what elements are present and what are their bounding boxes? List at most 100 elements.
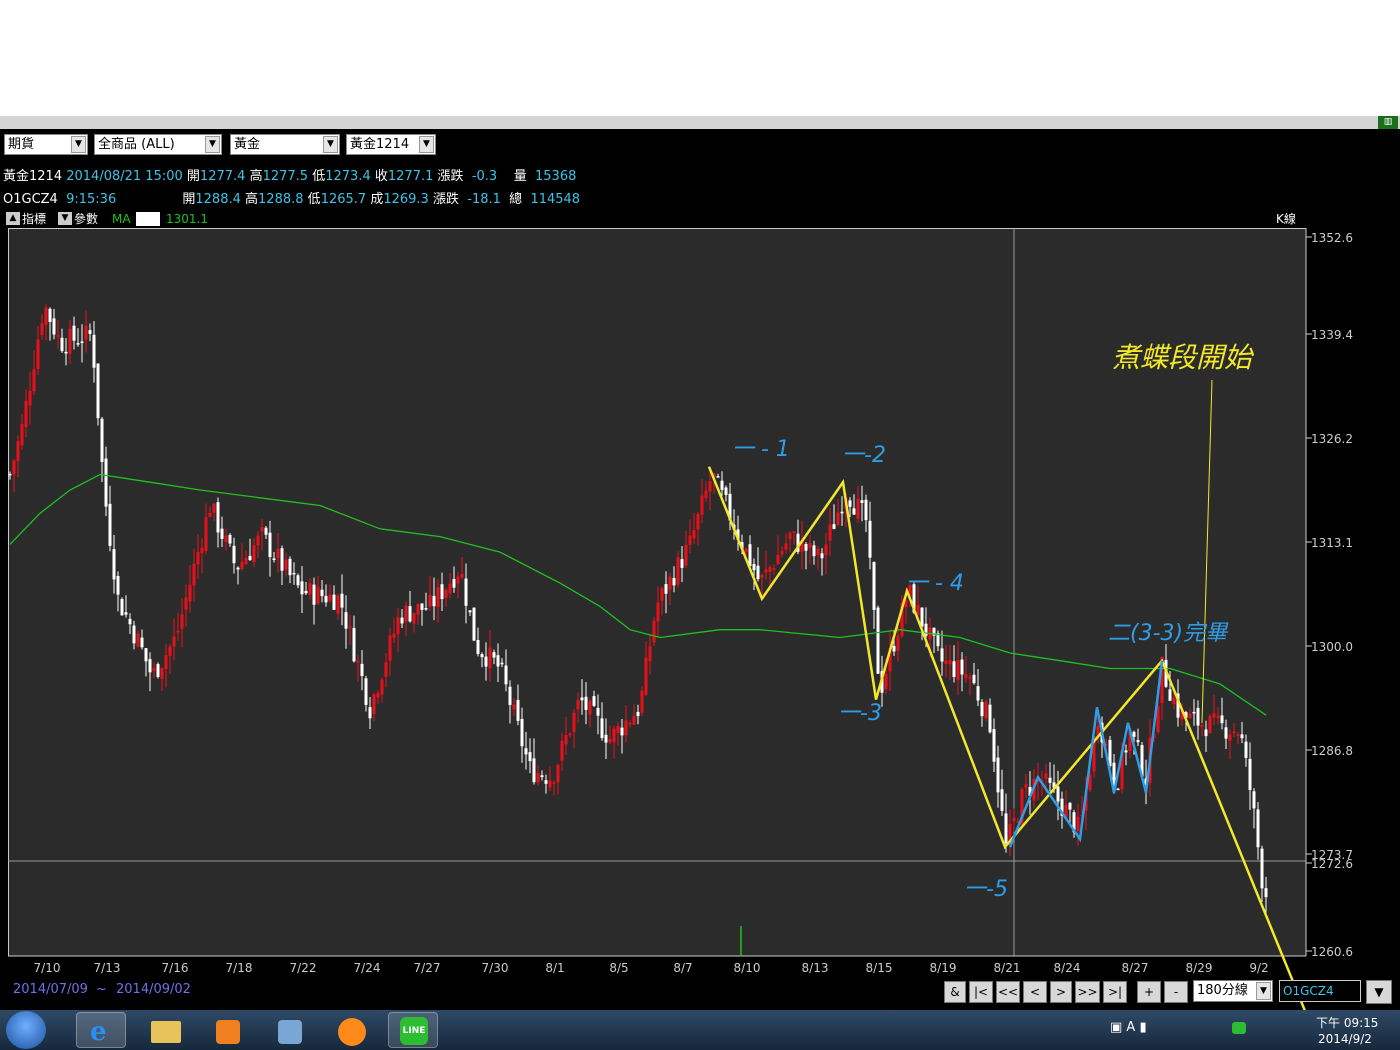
candle-body bbox=[1228, 734, 1232, 741]
y-tick-label: 1260.6 bbox=[1311, 945, 1353, 959]
candle-body bbox=[1068, 802, 1072, 810]
symbol-input[interactable]: O1GCZ4 bbox=[1279, 980, 1361, 1002]
x-tick-label: 8/27 bbox=[1122, 961, 1149, 975]
candle-body bbox=[60, 337, 64, 352]
candle-body bbox=[344, 612, 348, 629]
candle-body bbox=[976, 686, 980, 701]
candle-body bbox=[892, 645, 896, 652]
candle-body bbox=[412, 613, 416, 624]
candle-body bbox=[1208, 715, 1212, 734]
candle-body bbox=[88, 330, 92, 334]
candle-body bbox=[684, 544, 688, 566]
candle-body bbox=[116, 575, 120, 595]
start-button[interactable] bbox=[6, 1011, 46, 1049]
candle-body bbox=[148, 659, 152, 673]
candle-body bbox=[240, 561, 244, 569]
candle-body bbox=[724, 487, 728, 495]
x-tick-label: 7/24 bbox=[354, 961, 381, 975]
candle-body bbox=[1044, 773, 1048, 780]
candle-body bbox=[8, 473, 12, 476]
candle-body bbox=[972, 674, 976, 684]
candle-body bbox=[956, 659, 960, 680]
nav-button[interactable]: - bbox=[1164, 981, 1188, 1003]
chevron-down-icon[interactable]: ▼ bbox=[1256, 982, 1271, 1000]
candle-body bbox=[256, 535, 260, 546]
nav-button[interactable]: > bbox=[1050, 981, 1072, 1003]
candle-body bbox=[216, 502, 220, 533]
taskbar-media-icon[interactable] bbox=[202, 1012, 252, 1048]
candle-body bbox=[500, 662, 504, 665]
candle-body bbox=[100, 418, 104, 463]
candle-body bbox=[1188, 713, 1192, 719]
period-select[interactable]: 180分線 ▼ bbox=[1193, 980, 1273, 1002]
candle-body bbox=[208, 512, 212, 517]
candle-body bbox=[996, 757, 1000, 793]
candle-body bbox=[720, 480, 724, 490]
candle-body bbox=[188, 584, 192, 602]
candle-body bbox=[1048, 777, 1052, 783]
x-tick-label: 8/5 bbox=[609, 961, 628, 975]
candle-body bbox=[112, 549, 116, 580]
candle-body bbox=[184, 597, 188, 610]
taskbar-ie-icon[interactable]: e bbox=[76, 1012, 126, 1048]
x-tick-label: 7/16 bbox=[162, 961, 189, 975]
candle-body bbox=[596, 707, 600, 716]
candle-body bbox=[592, 696, 596, 706]
tray-icons[interactable]: ▣ A ▮ bbox=[1110, 1020, 1170, 1038]
candle-body bbox=[948, 660, 952, 665]
candle-body bbox=[940, 648, 944, 662]
candle-body bbox=[440, 584, 444, 600]
clock-time[interactable]: 下午 09:15 bbox=[1316, 1014, 1378, 1031]
nav-button[interactable]: >| bbox=[1103, 981, 1127, 1003]
candle-body bbox=[564, 735, 568, 745]
nav-button[interactable]: & bbox=[944, 981, 966, 1003]
candle-body bbox=[576, 699, 580, 710]
x-axis: 7/10 7/13 7/16 7/18 7/22 7/24 7/27 7/30 8/1 8/5 8/… bbox=[34, 961, 1269, 975]
candle-body bbox=[560, 740, 564, 761]
nav-button[interactable]: < bbox=[1023, 981, 1047, 1003]
candle-body bbox=[836, 512, 840, 525]
candle-body bbox=[44, 307, 48, 325]
nav-button[interactable]: + bbox=[1137, 981, 1161, 1003]
clock-date[interactable]: 2014/9/2 bbox=[1318, 1032, 1372, 1046]
candle-body bbox=[552, 782, 556, 784]
tray-line-icon[interactable] bbox=[1232, 1022, 1246, 1034]
candle-body bbox=[532, 758, 536, 783]
candle-body bbox=[760, 574, 764, 578]
annotation-wave-3: 一-3 bbox=[838, 701, 882, 726]
candle-body bbox=[680, 559, 684, 568]
annotation-title: 煮蝶段開始 bbox=[1112, 341, 1255, 374]
candle-body bbox=[960, 659, 964, 675]
candle-body bbox=[884, 673, 888, 690]
x-tick-label: 7/27 bbox=[414, 961, 441, 975]
annotation-pointer-line bbox=[1201, 379, 1213, 723]
candle-body bbox=[1232, 731, 1236, 734]
candle-body bbox=[1116, 788, 1120, 791]
nav-button[interactable]: << bbox=[996, 981, 1020, 1003]
taskbar-explorer-icon[interactable] bbox=[140, 1012, 190, 1048]
candle-body bbox=[160, 667, 164, 679]
candle-body bbox=[16, 441, 20, 462]
chevron-down-icon: ▼ bbox=[1374, 985, 1384, 999]
taskbar-app2-icon[interactable] bbox=[326, 1012, 376, 1048]
nav-button[interactable]: |< bbox=[969, 981, 993, 1003]
price-chart[interactable]: 1352.61339.41326.21313.11300.01286.81273… bbox=[0, 0, 1400, 1010]
candle-body bbox=[376, 692, 380, 698]
candle-body bbox=[496, 655, 500, 667]
candle-body bbox=[280, 548, 284, 571]
candle-body bbox=[168, 646, 172, 656]
candle-body bbox=[984, 701, 988, 719]
candle-body bbox=[328, 594, 332, 601]
candle-body bbox=[544, 780, 548, 784]
candle-body bbox=[924, 623, 928, 636]
candle-body bbox=[140, 637, 144, 648]
candle-body bbox=[332, 594, 336, 610]
taskbar-line-icon[interactable]: LINE bbox=[388, 1012, 438, 1048]
date-range-sep: ~ bbox=[96, 982, 107, 997]
nav-button[interactable]: >> bbox=[1075, 981, 1100, 1003]
candle-body bbox=[804, 544, 808, 551]
candle-body bbox=[436, 586, 440, 607]
symbol-dropdown-button[interactable]: ▼ bbox=[1366, 980, 1392, 1004]
taskbar-app-icon[interactable] bbox=[264, 1012, 314, 1048]
candle-body bbox=[352, 627, 356, 662]
